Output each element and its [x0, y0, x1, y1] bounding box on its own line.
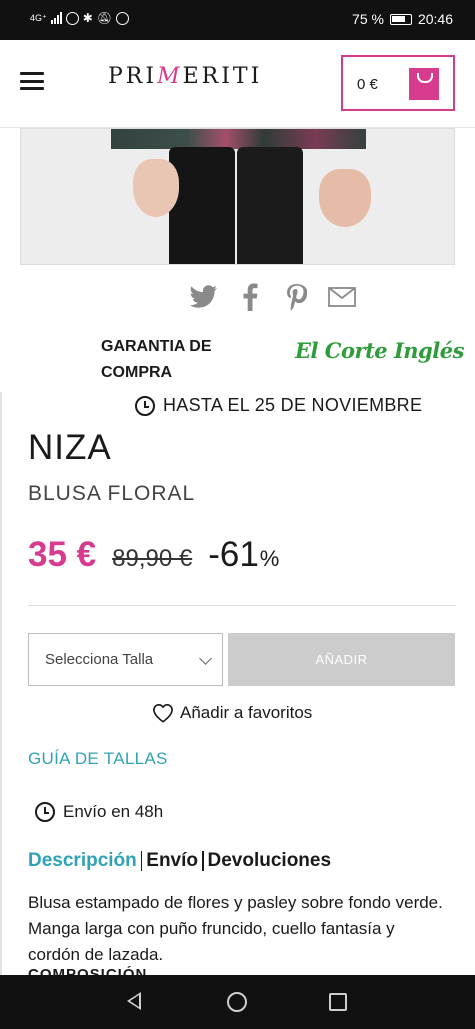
shipping-text: Envío en 48h [63, 802, 164, 821]
discount-badge: -61% [208, 535, 279, 575]
price-row: 35 € 89,90 € -61% [28, 535, 279, 575]
stopwatch-icon [35, 802, 55, 822]
facebook-icon[interactable] [236, 283, 264, 311]
stopwatch-icon [135, 395, 155, 416]
status-bar: 4G⁺ ✱ 🔕︎ 75 % 20:46 [0, 0, 475, 40]
divider [28, 605, 456, 606]
product-description: Blusa estampado de flores y pasley sobre… [28, 893, 443, 964]
battery-icon [389, 13, 412, 25]
blouse-hem [111, 129, 366, 149]
heart-icon [153, 703, 173, 723]
tab-description[interactable]: Descripción [28, 850, 137, 872]
recent-apps-icon[interactable] [329, 993, 347, 1011]
shipping-info: Envío en 48h [35, 802, 163, 822]
site-header: PRIMERITI 0 € [0, 40, 475, 128]
add-to-cart-button[interactable]: AÑADIR [228, 633, 455, 686]
twitter-icon[interactable] [190, 283, 218, 311]
current-price: 35 € [28, 535, 97, 574]
composition-heading: COMPOSICIÓN [28, 966, 148, 975]
add-to-favorites-link[interactable]: Añadir a favoritos [152, 703, 312, 723]
tab-separator [140, 851, 143, 871]
primeriti-logo[interactable]: PRIMERITI [108, 64, 262, 89]
bluetooth-icon: ✱ [82, 11, 93, 25]
signal-icon [50, 12, 62, 24]
cart-button[interactable]: 0 € [341, 55, 455, 111]
network-label: 4G⁺ [30, 12, 47, 23]
el-corte-ingles-logo: El Corte Inglés [295, 338, 464, 363]
model-leg [169, 147, 235, 264]
size-select[interactable]: Selecciona Talla [28, 633, 223, 686]
clock-time: 20:46 [417, 11, 453, 27]
menu-icon[interactable] [20, 72, 44, 90]
shopping-bag-icon [409, 68, 439, 100]
tab-shipping[interactable]: Envío [146, 850, 198, 872]
mute-icon: 🔕︎ [96, 11, 113, 25]
status-right: 75 % 20:46 [352, 11, 453, 27]
battery-percent: 75 % [352, 11, 384, 27]
product-image[interactable] [20, 128, 455, 265]
status-left: 4G⁺ ✱ 🔕︎ [30, 11, 130, 25]
cart-total: 0 € [357, 76, 378, 93]
model-hand [319, 169, 371, 227]
original-price: 89,90 € [112, 545, 193, 572]
product-subtitle: BLUSA FLORAL [28, 482, 196, 505]
model-hand [133, 159, 179, 217]
pinterest-icon[interactable] [282, 283, 310, 311]
share-bar [190, 283, 356, 311]
offer-deadline: HASTA EL 25 DE NOVIEMBRE [135, 395, 422, 416]
tab-separator [202, 851, 204, 871]
discount-unit: % [259, 546, 280, 571]
favorites-label: Añadir a favoritos [180, 703, 313, 722]
mail-icon[interactable] [328, 283, 356, 311]
deadline-text: HASTA EL 25 DE NOVIEMBRE [163, 395, 423, 415]
whatsapp-icon [116, 11, 130, 25]
alarm-icon [65, 11, 79, 25]
discount-value: -61 [208, 535, 259, 574]
info-tabs: Descripción Envío Devoluciones [28, 850, 331, 872]
chevron-down-icon [199, 652, 212, 665]
size-guide-link[interactable]: GUÍA DE TALLAS [28, 749, 168, 769]
product-name: NIZA [28, 428, 112, 467]
purchase-guarantee-label: GARANTIA DE COMPRA [101, 338, 212, 381]
tab-returns[interactable]: Devoluciones [208, 850, 332, 872]
system-nav-bar [0, 975, 475, 1029]
model-leg [237, 147, 303, 264]
home-icon[interactable] [227, 992, 247, 1012]
back-icon[interactable] [127, 992, 141, 1010]
size-select-label: Selecciona Talla [45, 651, 154, 668]
